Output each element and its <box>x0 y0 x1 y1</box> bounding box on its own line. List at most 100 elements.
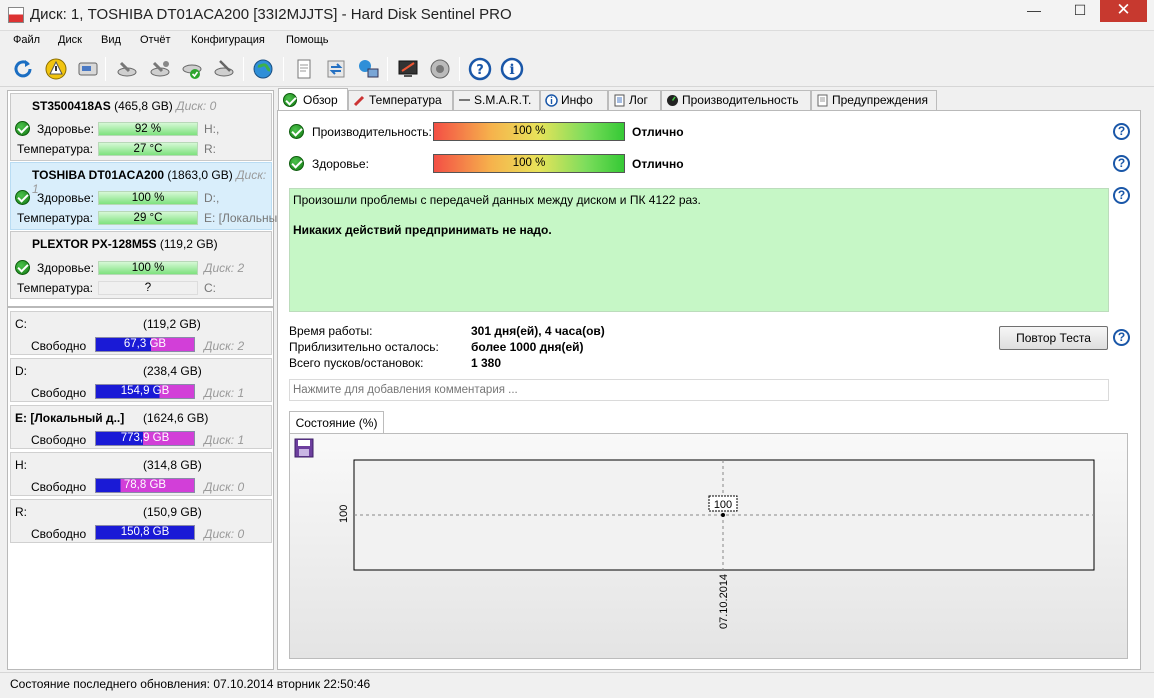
temperature-bar: 29 °C <box>98 211 198 225</box>
health-label: Здоровье: <box>37 191 94 205</box>
maximize-button[interactable]: ☐ <box>1057 0 1103 22</box>
smart-icon <box>459 99 470 101</box>
ok-check-icon <box>15 190 30 205</box>
health-bar: 100 % <box>433 154 625 173</box>
y-tick-label: 100 <box>338 505 350 523</box>
menu-disk[interactable]: Диск <box>58 34 82 46</box>
tab-info[interactable]: Инфо <box>540 90 608 111</box>
performance-bar: 100 % <box>433 122 625 141</box>
volume-item[interactable]: H: (314,8 GB) Свободно 78,8 GB Диск: 0 <box>10 452 272 496</box>
tab-log[interactable]: Лог <box>608 90 661 111</box>
svg-text:?: ? <box>476 63 484 78</box>
hdd-tool2-icon[interactable] <box>147 56 173 82</box>
disk-item-selected[interactable]: TOSHIBA DT01ACA200 (1863,0 GB) Диск: 1 З… <box>10 162 284 230</box>
refresh-icon[interactable] <box>10 56 36 82</box>
volume-item[interactable]: R: (150,9 GB) Свободно 150,8 GB Диск: 0 <box>10 499 272 543</box>
report-icon[interactable] <box>291 56 317 82</box>
volume-size: (119,2 GB) <box>143 317 201 331</box>
log-icon <box>614 94 625 107</box>
menu-view[interactable]: Вид <box>101 34 121 46</box>
help-icon[interactable]: ? <box>1113 187 1130 204</box>
disk-title: ST3500418AS (465,8 GB) Диск: 0 <box>32 99 217 113</box>
state-chart: 100 100 07.10.2014 <box>338 459 1095 629</box>
tab-label: Лог <box>629 93 648 107</box>
info-icon <box>545 94 558 107</box>
disk-item[interactable]: PLEXTOR PX-128M5S (119,2 GB) Здоровье: 1… <box>10 231 272 299</box>
volume-size: (238,4 GB) <box>143 364 202 378</box>
help-icon[interactable]: ? <box>1113 155 1130 172</box>
disk-number-label: Диск: 1 <box>204 386 245 400</box>
minimize-button[interactable]: — <box>1011 0 1057 22</box>
volume-item[interactable]: E: [Локальный д..] (1624,6 GB) Свободно … <box>10 405 272 449</box>
window-title: Диск: 1, TOSHIBA DT01ACA200 [33I2MJJTS] … <box>30 6 512 23</box>
volume-name: C: <box>15 317 27 331</box>
network-icon[interactable] <box>355 56 381 82</box>
app-icon <box>8 7 24 23</box>
data-label: 100 <box>714 499 732 511</box>
free-space-bar: 78,8 GB <box>95 478 195 493</box>
menu-report[interactable]: Отчёт <box>140 34 170 46</box>
partition-label: R: <box>204 142 216 156</box>
disk-item[interactable]: ST3500418AS (465,8 GB) Диск: 0 Здоровье:… <box>10 93 272 161</box>
health-label: Здоровье: <box>312 157 369 171</box>
help-icon[interactable]: ? <box>467 56 493 82</box>
start-stop-label: Всего пусков/остановок: <box>289 356 424 370</box>
disk-number-label: Диск: 2 <box>204 261 245 275</box>
data-point <box>721 513 725 517</box>
disk-number-label: Диск: 1 <box>204 433 245 447</box>
hdd-tool-icon[interactable] <box>114 56 140 82</box>
tab-performance[interactable]: Производительность <box>661 90 811 111</box>
free-label: Свободно <box>31 527 87 541</box>
health-bar: 100 % <box>98 261 198 275</box>
partition-label: E: [Локальный <box>204 211 284 225</box>
volume-item[interactable]: D: (238,4 GB) Свободно 154,9 GB Диск: 1 <box>10 358 272 402</box>
health-status: Отлично <box>632 157 684 171</box>
remaining-value: более 1000 дня(ей) <box>471 340 584 354</box>
volume-item[interactable]: C: (119,2 GB) Свободно 67,3 GB Диск: 2 <box>10 311 272 355</box>
comment-input[interactable]: Нажмите для добавления комментария ... <box>289 379 1109 401</box>
thermometer-icon <box>353 95 365 107</box>
warning-icon[interactable] <box>43 56 69 82</box>
globe-icon[interactable] <box>250 56 276 82</box>
hdd-wrench-icon[interactable] <box>211 56 237 82</box>
info-icon[interactable]: i <box>499 56 525 82</box>
tab-warnings[interactable]: Предупреждения <box>811 90 937 111</box>
free-label: Свободно <box>31 480 87 494</box>
transfer-icon[interactable] <box>323 56 349 82</box>
status-message-box: Произошли проблемы с передачей данных ме… <box>289 188 1109 312</box>
performance-label: Производительность: <box>312 125 432 139</box>
health-bar: 92 % <box>98 122 198 136</box>
volume-name: R: <box>15 505 27 519</box>
gauge-icon <box>667 95 678 106</box>
recommendation-message: Никаких действий предпринимать не надо. <box>293 223 552 237</box>
tab-label: Температура <box>369 93 442 107</box>
partition-label: D:, <box>204 191 220 205</box>
disk-list-pane: ST3500418AS (465,8 GB) Диск: 0 Здоровье:… <box>7 90 284 670</box>
divider <box>8 306 273 308</box>
disk-number-label: Диск: 2 <box>204 339 245 353</box>
health-bar: 100 % <box>98 191 198 205</box>
menu-help[interactable]: Помощь <box>286 34 329 46</box>
tab-overview[interactable]: Обзор <box>278 88 348 110</box>
monitor-icon[interactable] <box>395 56 421 82</box>
hdd-check-icon[interactable] <box>179 56 205 82</box>
tab-smart[interactable]: S.M.A.R.T. <box>453 90 540 111</box>
free-label: Свободно <box>31 339 87 353</box>
close-button[interactable]: ✕ <box>1100 0 1147 22</box>
free-space-bar: 150,8 GB <box>95 525 195 540</box>
status-text: Состояние последнего обновления: 07.10.2… <box>10 677 371 691</box>
help-icon[interactable]: ? <box>1113 123 1130 140</box>
menu-configuration[interactable]: Конфигурация <box>191 34 265 46</box>
x-tick-label: 07.10.2014 <box>718 574 730 629</box>
help-icon[interactable]: ? <box>1113 329 1130 346</box>
ok-check-icon <box>289 156 304 171</box>
tab-temperature[interactable]: Температура <box>348 90 453 111</box>
disk-icon[interactable] <box>75 56 101 82</box>
overview-panel: Производительность: 100 % Отлично ? Здор… <box>277 110 1141 670</box>
retest-button[interactable]: Повтор Теста <box>999 326 1108 350</box>
warnings-icon <box>817 94 828 107</box>
speaker-icon[interactable] <box>427 56 453 82</box>
tab-state-percent[interactable]: Состояние (%) <box>289 411 384 435</box>
temperature-label: Температура: <box>17 211 94 225</box>
menu-file[interactable]: Файл <box>13 34 40 46</box>
